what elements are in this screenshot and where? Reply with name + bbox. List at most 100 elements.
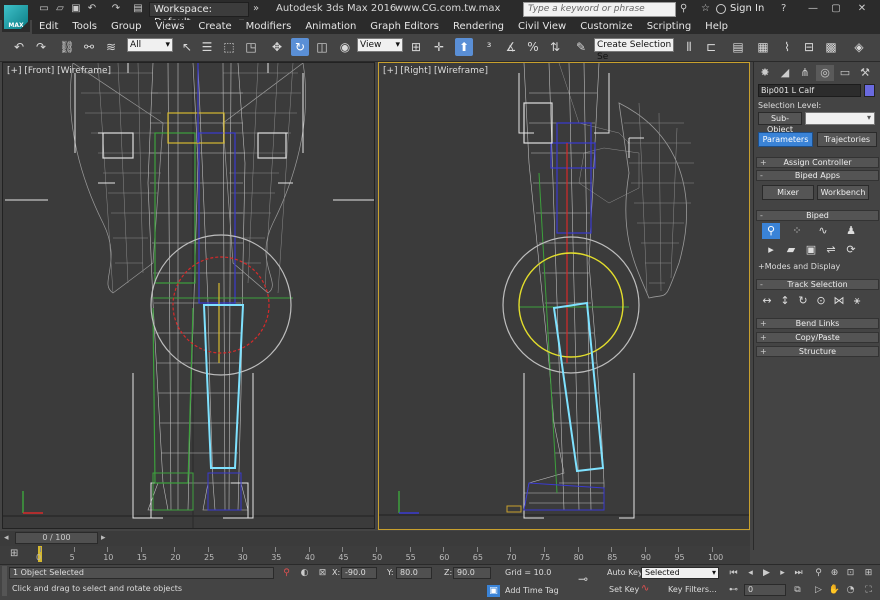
rollout-biped-apps[interactable]: - Biped Apps [756,170,879,181]
slider-next-icon[interactable]: ▸ [101,533,106,543]
body-horizontal-icon[interactable]: ↔ [758,293,776,309]
spinner-snap-icon[interactable]: ⇅ [546,38,564,56]
link-icon[interactable]: ⛓ [58,38,76,56]
menu-animation[interactable]: Animation [298,20,363,34]
workbench-button[interactable]: Workbench [817,185,869,200]
key-filters-button[interactable]: Key Filters... [668,585,717,594]
tab-trajectories[interactable]: Trajectories [817,132,877,147]
unlink-icon[interactable]: ⚯ [80,38,98,56]
field-of-view-icon[interactable]: ▷ [812,584,825,596]
symmetrical-icon[interactable]: ⋈ [830,293,848,309]
body-rotation-icon[interactable]: ↻ [794,293,812,309]
save-icon[interactable]: ▣ [70,3,82,15]
motion-tab-icon[interactable]: ◎ [816,65,834,81]
set-key-curve-icon[interactable]: ∿ [641,583,649,594]
viewport-front-label[interactable]: [+] [Front] [Wireframe] [7,66,111,76]
auto-key-button[interactable]: Auto Key [607,568,643,577]
overflow-icon[interactable]: » [253,3,259,14]
keyboard-shortcut-override-icon[interactable]: ⬆ [455,38,473,56]
maximize-icon[interactable]: ▢ [829,2,843,16]
edit-named-selection-icon[interactable]: ✎ [572,38,590,56]
redo-icon[interactable]: ↷ [32,38,50,56]
menu-group[interactable]: Group [104,20,148,34]
rectangular-selection-icon[interactable]: ⬚ [220,38,238,56]
zoom-icon[interactable]: ⚲ [812,567,825,579]
key-icon[interactable]: ⊸ [578,572,588,586]
time-slider-thumb[interactable]: 0 / 100 [15,532,98,544]
select-move-icon[interactable]: ✥ [268,38,286,56]
move-all-mode-icon[interactable]: ⟳ [842,242,860,258]
menu-create[interactable]: Create [191,20,238,34]
maxscript-listener-handle[interactable] [2,566,7,596]
reference-coordinate-dropdown[interactable]: View ▾ [357,38,403,52]
tab-parameters[interactable]: Parameters [758,132,813,147]
select-place-icon[interactable]: ◉ [336,38,354,56]
material-editor-icon[interactable]: ▩ [822,38,840,56]
window-crossing-icon[interactable]: ◳ [242,38,260,56]
select-manipulate-icon[interactable]: ✛ [430,38,448,56]
footstep-mode-icon[interactable]: ⁘ [788,223,806,239]
isolate-selection-icon[interactable]: ◐ [298,567,311,579]
zoom-extents-icon[interactable]: ⊡ [844,567,857,579]
menu-modifiers[interactable]: Modifiers [239,20,299,34]
play-icon[interactable]: ▶ [760,567,773,579]
viewport-front[interactable]: [+] [Front] [Wireframe] [2,62,375,529]
new-file-icon[interactable]: ▭ [38,3,50,15]
rollout-structure[interactable]: + Structure [756,346,879,357]
go-to-end-icon[interactable]: ⏭ [792,567,805,579]
help-icon[interactable]: ? [781,3,786,14]
utilities-tab-icon[interactable]: ⚒ [856,65,874,81]
object-color-swatch[interactable] [864,84,875,97]
object-name-field[interactable]: Bip001 L Calf [758,84,861,97]
search-input[interactable]: Type a keyword or phrase [523,2,676,17]
undo-icon[interactable]: ↶ [86,3,98,15]
save-file-icon[interactable]: ▣ [802,242,820,258]
pivot-center-icon[interactable]: ⊞ [407,38,425,56]
menu-help[interactable]: Help [698,20,735,34]
time-tag-icon[interactable]: ▣ [487,585,500,597]
z-coordinate-field[interactable]: 90.0 [453,567,491,579]
angle-snap-icon[interactable]: ∡ [502,38,520,56]
biped-playback-icon[interactable]: ▸ [762,242,780,258]
y-coordinate-field[interactable]: 80.0 [396,567,432,579]
undo-icon[interactable]: ↶ [10,38,28,56]
opposite-icon[interactable]: ⚹ [848,293,866,309]
open-file-icon[interactable]: ▱ [54,3,66,15]
redo-icon[interactable]: ↷ [110,3,122,15]
menu-edit[interactable]: Edit [32,20,65,34]
key-mode-dropdown[interactable]: Selected ▾ [641,567,719,579]
bind-space-warp-icon[interactable]: ≋ [102,38,120,56]
menu-scripting[interactable]: Scripting [640,20,698,34]
time-slider-track[interactable] [0,531,750,546]
convert-icon[interactable]: ⇌ [822,242,840,258]
display-tab-icon[interactable]: ▭ [836,65,854,81]
mixer-mode-icon[interactable]: ♟ [842,223,860,239]
named-selection-dropdown[interactable]: Create Selection Se [594,38,674,62]
slider-prev-icon[interactable]: ◂ [4,533,9,543]
menu-rendering[interactable]: Rendering [446,20,511,34]
app-logo-button[interactable]: MAX [2,2,30,32]
minimize-icon[interactable]: — [806,2,820,16]
select-object-icon[interactable]: ↖ [178,38,196,56]
pan-view-icon[interactable]: ✋ [828,584,841,596]
snaps-toggle-icon[interactable]: ³ [480,38,498,56]
menu-views[interactable]: Views [148,20,191,34]
add-time-tag-button[interactable]: Add Time Tag [505,586,559,595]
current-frame-field[interactable]: 0 [744,584,786,596]
mirror-icon[interactable]: ⫴ [680,38,698,56]
sign-in-link[interactable]: Sign In [730,3,764,14]
x-coordinate-field[interactable]: -90.0 [341,567,377,579]
figure-mode-icon[interactable]: ⚲ [762,223,780,239]
workspace-dropdown[interactable]: Workspace: Default▾ [149,2,249,28]
layer-explorer-icon[interactable]: ▤ [729,38,747,56]
project-folder-icon[interactable]: ▤ [132,3,144,15]
zoom-all-icon[interactable]: ⊕ [828,567,841,579]
menu-graph-editors[interactable]: Graph Editors [363,20,446,34]
rollout-track-selection[interactable]: - Track Selection [756,279,879,290]
binoculars-icon[interactable]: ⚲ [680,3,687,14]
go-to-start-icon[interactable]: ⏮ [727,567,740,579]
lock-cog-icon[interactable]: ⊙ [812,293,830,309]
motion-flow-mode-icon[interactable]: ∿ [814,223,832,239]
schematic-view-icon[interactable]: ⊟ [800,38,818,56]
star-icon[interactable]: ☆ [701,3,710,14]
